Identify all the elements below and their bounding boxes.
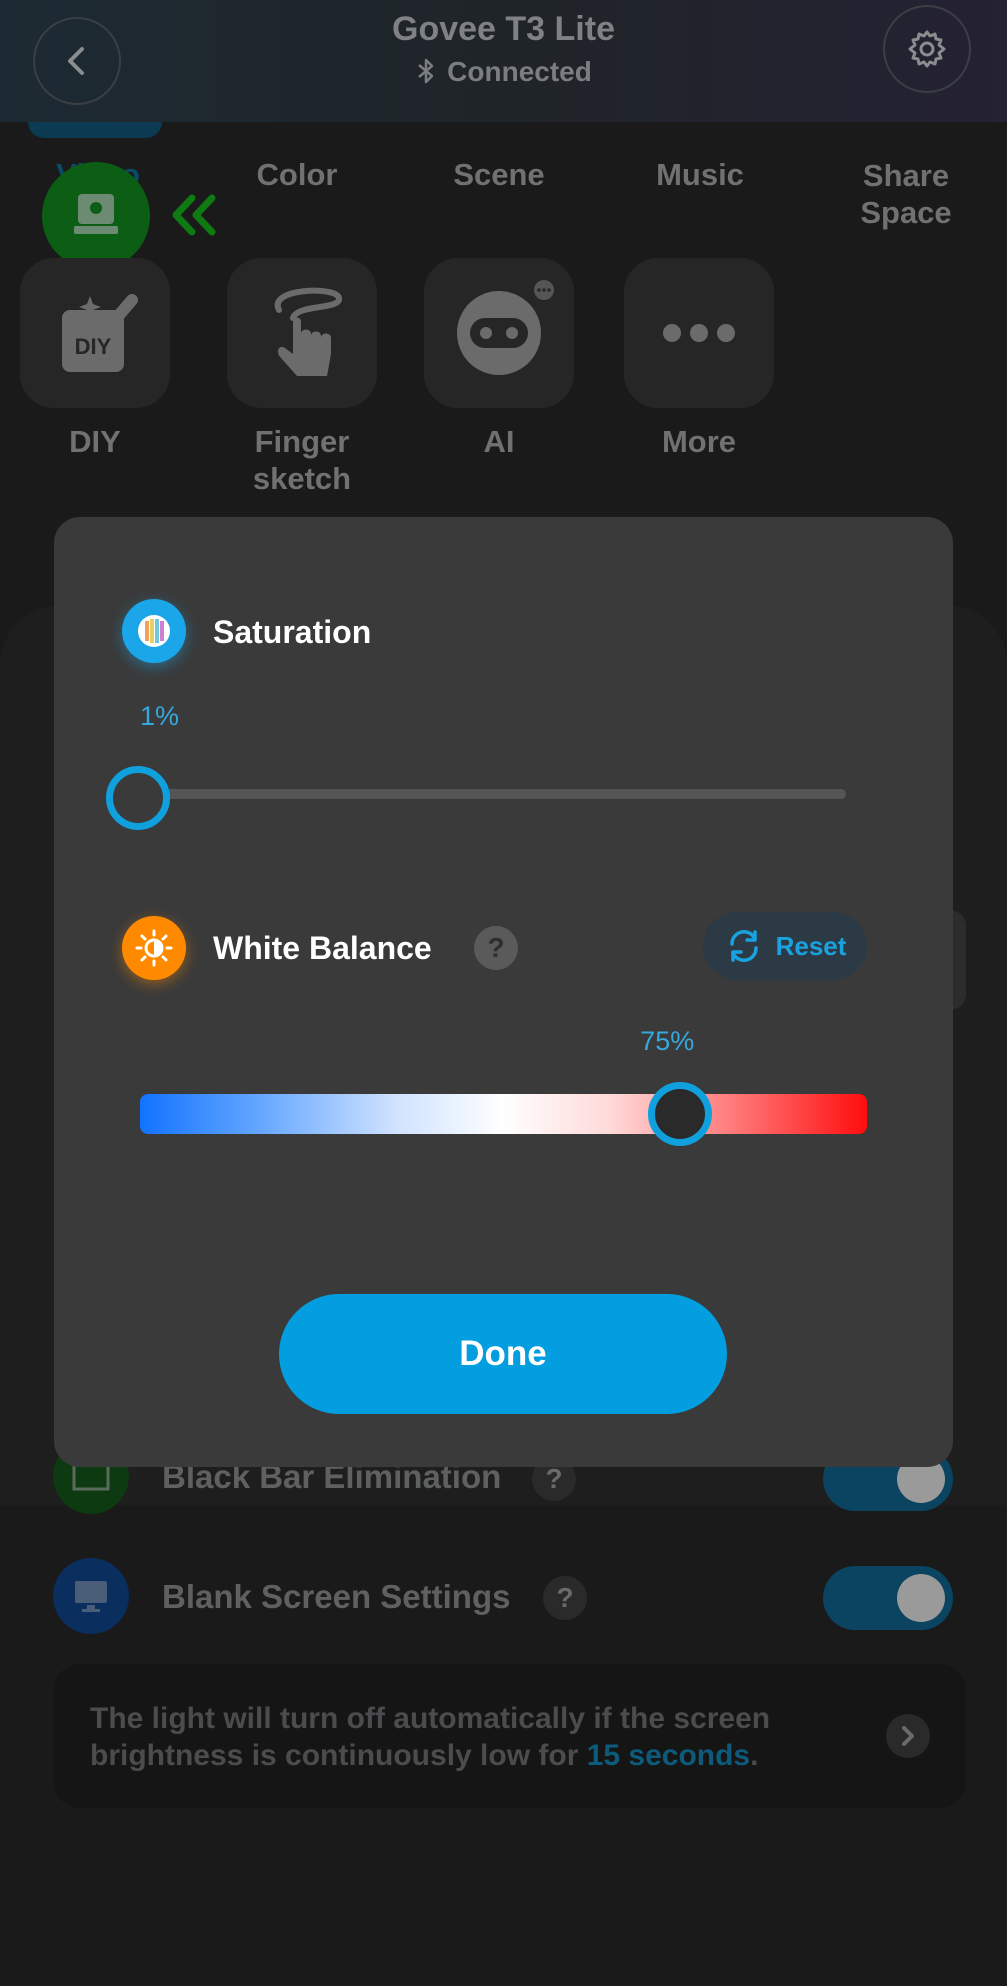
video-tab-indicator: [28, 122, 162, 138]
finger-sketch-tile[interactable]: [227, 258, 377, 408]
diy-label: DIY: [69, 424, 121, 459]
tab-music[interactable]: Music: [610, 157, 790, 193]
projector-icon: [74, 194, 118, 234]
blank-screen-icon: [53, 1558, 129, 1634]
white-balance-icon-wrap: [122, 916, 186, 980]
white-balance-slider-thumb[interactable]: [648, 1082, 713, 1146]
double-chevron-left-icon[interactable]: [166, 192, 222, 238]
refresh-icon: [729, 930, 758, 962]
saturation-slider-thumb[interactable]: [106, 766, 171, 830]
chevron-right-icon: [902, 1726, 914, 1746]
auto-off-info-text: The light will turn off automatically if…: [90, 1700, 870, 1774]
white-balance-icon: [135, 929, 173, 967]
connection-status: Connected: [0, 56, 1007, 88]
app-header: Govee T3 Lite Connected: [0, 0, 1007, 122]
svg-text:DIY: DIY: [75, 334, 112, 359]
diy-tile[interactable]: DIY: [20, 258, 170, 408]
blank-screen-toggle[interactable]: [823, 1566, 953, 1630]
ai-tile[interactable]: [424, 258, 574, 408]
info-suffix: .: [750, 1739, 759, 1772]
white-balance-title: White Balance: [213, 930, 432, 966]
toggle-knob: [897, 1574, 945, 1622]
more-tile[interactable]: [624, 258, 774, 408]
diy-icon: DIY: [62, 294, 138, 372]
saturation-slider-track[interactable]: [128, 789, 846, 799]
device-title: Govee T3 Lite: [392, 10, 615, 48]
tab-share-space[interactable]: Share Space: [816, 157, 996, 231]
saturation-title: Saturation: [213, 614, 372, 650]
tab-music-label: Music: [656, 157, 744, 192]
blank-screen-help-icon[interactable]: ?: [543, 1576, 587, 1620]
auto-off-info[interactable]: The light will turn off automatically if…: [54, 1664, 966, 1808]
connection-status-text: Connected: [447, 56, 592, 87]
robot-face-icon: [457, 280, 554, 375]
finger-sketch-label: Finger sketch: [252, 424, 352, 496]
device-float-button[interactable]: [42, 162, 150, 270]
info-highlight: 15 seconds: [586, 1739, 751, 1772]
reset-button[interactable]: Reset: [703, 912, 867, 980]
saturation-value: 1%: [140, 701, 180, 731]
white-balance-value: 75%: [640, 1026, 695, 1056]
tab-scene-label: Scene: [453, 157, 545, 192]
reset-label: Reset: [775, 930, 847, 961]
done-button[interactable]: Done: [279, 1294, 727, 1414]
tab-color[interactable]: Color: [207, 157, 387, 193]
gear-icon: [908, 30, 946, 68]
monitor-icon: [75, 1581, 107, 1612]
white-balance-slider-track[interactable]: [140, 1094, 867, 1134]
finger-sketch-icon: [274, 287, 342, 376]
tab-color-label: Color: [256, 157, 338, 192]
more-label: More: [661, 424, 737, 459]
saturation-icon: [138, 615, 170, 647]
settings-button[interactable]: [883, 5, 971, 93]
white-balance-help-icon[interactable]: ?: [474, 926, 518, 970]
ai-label: AI: [483, 424, 515, 459]
info-arrow-button[interactable]: [886, 1714, 930, 1758]
tab-scene[interactable]: Scene: [409, 157, 589, 193]
saturation-icon-wrap: [122, 599, 186, 663]
more-dots-icon: [663, 324, 735, 342]
blank-screen-label: Blank Screen Settings: [162, 1578, 511, 1615]
tab-share-space-label: Share Space: [860, 158, 952, 230]
bluetooth-icon: [418, 58, 434, 84]
